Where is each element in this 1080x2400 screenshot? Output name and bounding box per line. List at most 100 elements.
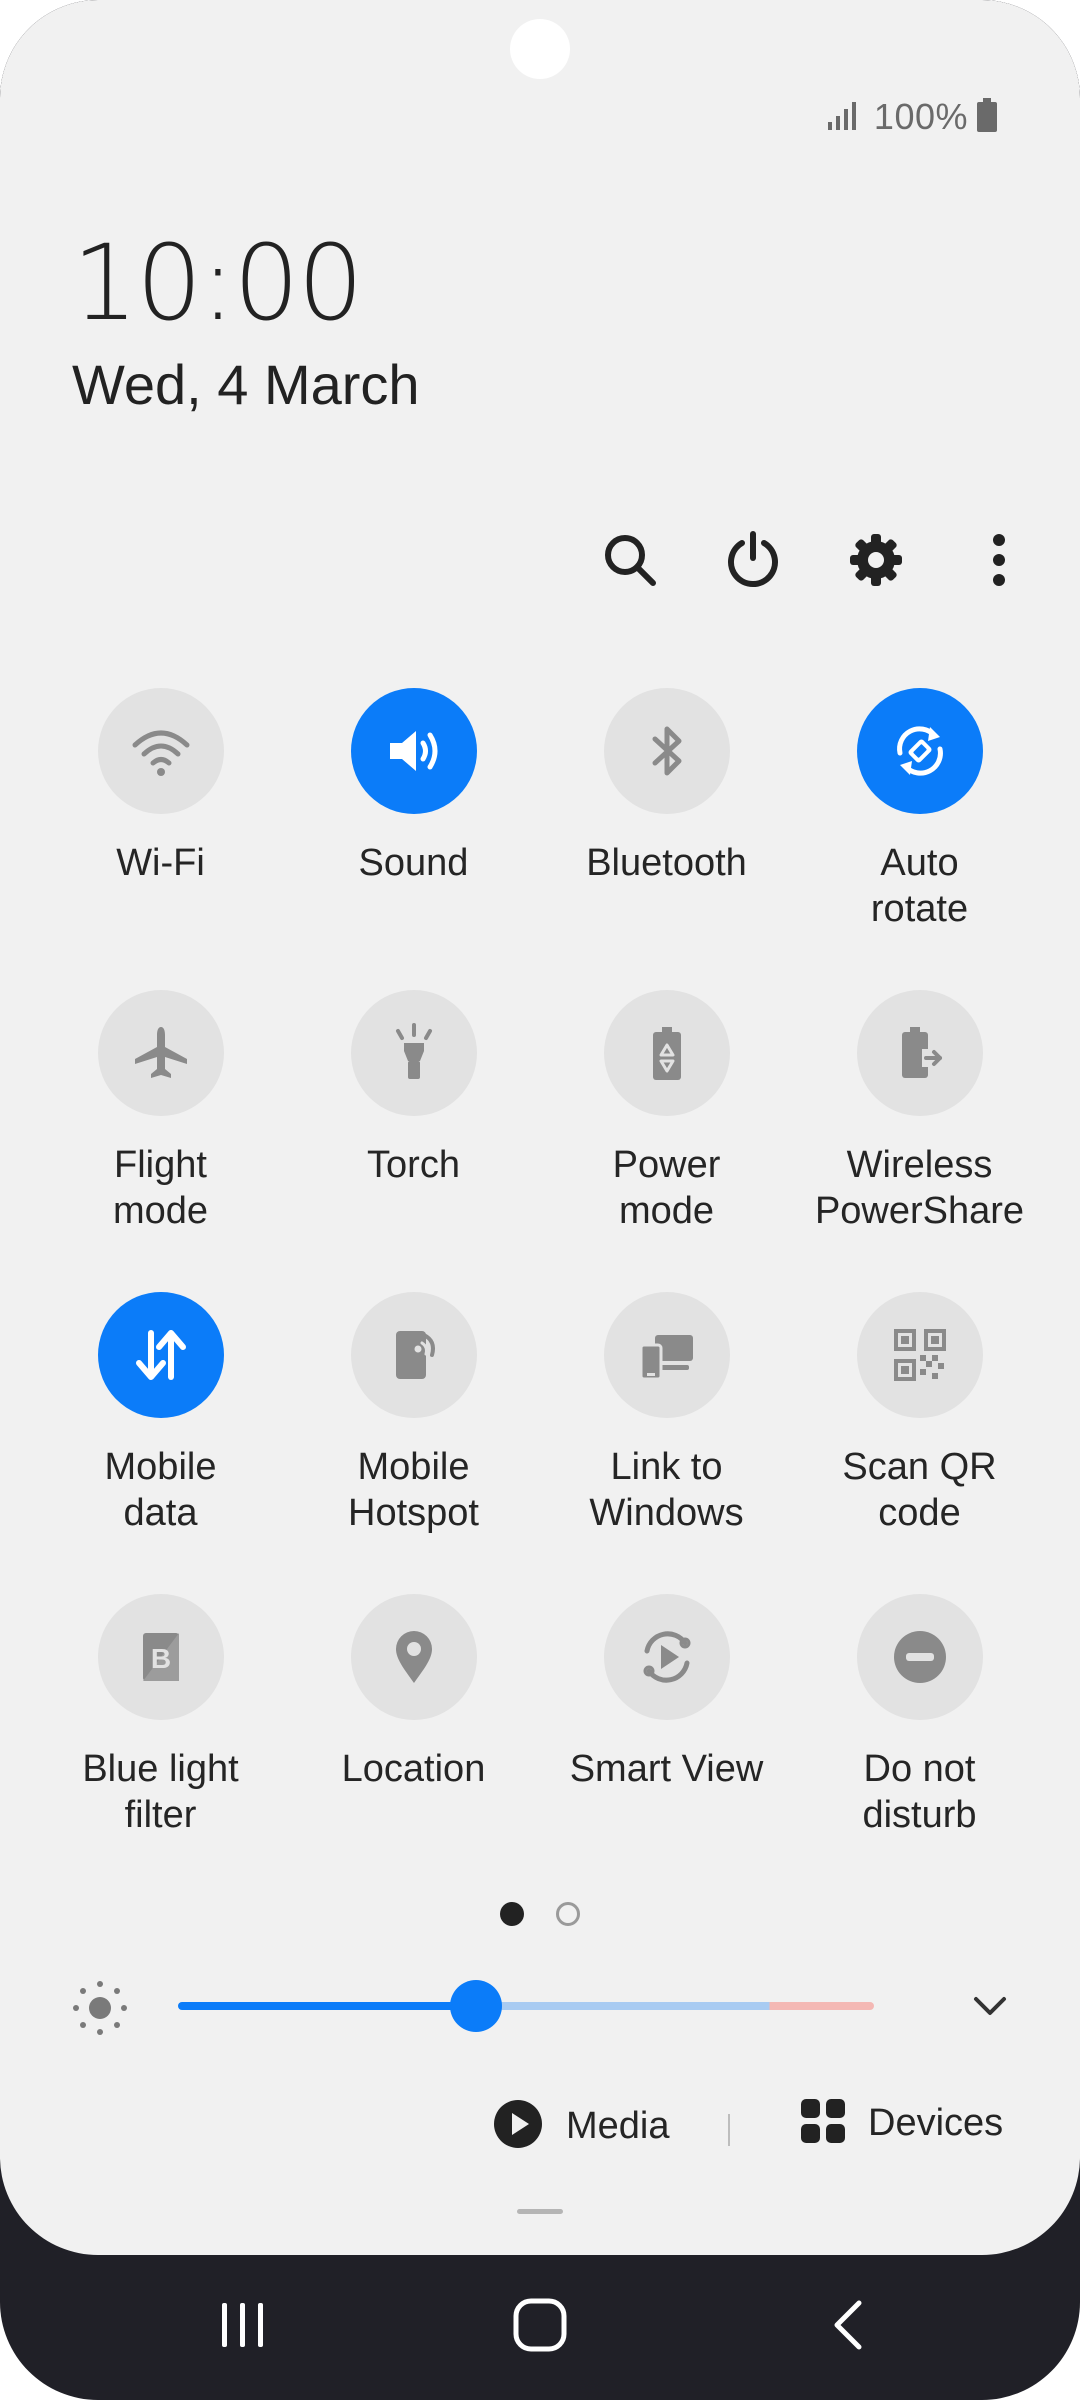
divider: [728, 2114, 730, 2146]
tile-location[interactable]: Location: [287, 1594, 540, 1896]
media-devices-row: Media Devices: [0, 2098, 1080, 2162]
clock-date[interactable]: Wed, 4 March: [72, 352, 420, 417]
wi-fi-toggle[interactable]: [97, 688, 224, 814]
devices-icon: [800, 2098, 846, 2149]
tile-auto-rotate[interactable]: Auto rotate: [793, 688, 1046, 990]
tile-label: Location: [341, 1748, 486, 1790]
torch-toggle[interactable]: [350, 990, 477, 1116]
settings-icon: [846, 530, 906, 595]
settings-button[interactable]: [814, 526, 937, 598]
tile-link-to-windows[interactable]: Link to Windows: [540, 1292, 793, 1594]
tile-bluetooth[interactable]: Bluetooth: [540, 688, 793, 990]
panel-drag-handle[interactable]: [517, 2209, 563, 2214]
mobile-hotspot-toggle[interactable]: [350, 1292, 477, 1418]
smart-view-icon: [635, 1625, 699, 1689]
location-toggle[interactable]: [350, 1594, 477, 1720]
mobile-data-icon: [129, 1323, 193, 1387]
tile-label: Scan QR code: [842, 1446, 997, 1534]
tile-label: Flight mode: [112, 1144, 209, 1232]
play-circle-icon: [492, 2098, 544, 2155]
battery-percentage: 100%: [873, 96, 968, 137]
do-not-disturb-icon: [888, 1625, 952, 1689]
qr-code-icon: [888, 1323, 952, 1387]
torch-icon: [382, 1021, 446, 1085]
signal-icon: [826, 100, 858, 135]
brightness-slider-track[interactable]: [178, 2002, 874, 2010]
mobile-data-toggle[interactable]: [97, 1292, 224, 1418]
more-icon: [989, 530, 1009, 595]
home-icon: [512, 2297, 568, 2358]
auto-rotate-toggle[interactable]: [856, 688, 983, 814]
bluetooth-toggle[interactable]: [603, 688, 730, 814]
tile-wi-fi[interactable]: Wi-Fi: [34, 688, 287, 990]
link-to-windows-toggle[interactable]: [603, 1292, 730, 1418]
smart-view-toggle[interactable]: [603, 1594, 730, 1720]
navigation-bar: [0, 2255, 1080, 2400]
do-not-disturb-toggle[interactable]: [856, 1594, 983, 1720]
tile-label: Smart View: [569, 1748, 764, 1790]
recents-button[interactable]: [153, 2255, 333, 2400]
search-button[interactable]: [568, 526, 691, 598]
flight-mode-toggle[interactable]: [97, 990, 224, 1116]
tile-label: Sound: [358, 842, 469, 884]
tile-blue-light-filter[interactable]: B Blue light filter: [34, 1594, 287, 1896]
brightness-control: [0, 1966, 1080, 2046]
tile-label: Wi-Fi: [116, 842, 205, 884]
devices-button[interactable]: Devices: [800, 2098, 1003, 2149]
tile-sound[interactable]: Sound: [287, 688, 540, 990]
tile-label: Blue light filter: [82, 1748, 239, 1836]
blue-light-filter-toggle[interactable]: B: [97, 1594, 224, 1720]
sound-toggle[interactable]: [350, 688, 477, 814]
battery-icon: [976, 97, 998, 137]
brightness-slider-thumb[interactable]: [449, 1980, 502, 2032]
tile-label: Do not disturb: [862, 1748, 977, 1836]
tile-label: Mobile Hotspot: [348, 1446, 479, 1534]
page-dot[interactable]: [500, 1902, 524, 1926]
chevron-down-icon[interactable]: [970, 1986, 1010, 2031]
media-button[interactable]: Media: [492, 2098, 670, 2155]
tile-label: Wireless PowerShare: [814, 1144, 1025, 1232]
search-icon: [600, 530, 660, 595]
clock-time[interactable]: 10:00: [72, 222, 364, 344]
tile-mobile-hotspot[interactable]: Mobile Hotspot: [287, 1292, 540, 1594]
devices-label: Devices: [868, 2102, 1004, 2144]
tile-torch[interactable]: Torch: [287, 990, 540, 1292]
home-button[interactable]: [450, 2255, 630, 2400]
tile-flight-mode[interactable]: Flight mode: [34, 990, 287, 1292]
tile-mobile-data[interactable]: Mobile data: [34, 1292, 287, 1594]
power-button[interactable]: [691, 526, 814, 598]
bluetooth-icon: [635, 719, 699, 783]
hotspot-icon: [382, 1323, 446, 1387]
wireless-powershare-toggle[interactable]: [856, 990, 983, 1116]
wireless-powershare-icon: [888, 1021, 952, 1085]
more-options-button[interactable]: [937, 526, 1060, 598]
tile-label: Power mode: [612, 1144, 721, 1232]
tile-label: Auto rotate: [870, 842, 969, 930]
brightness-icon: [70, 1978, 130, 2043]
back-button[interactable]: [757, 2255, 937, 2400]
tile-power-mode[interactable]: Power mode: [540, 990, 793, 1292]
media-label: Media: [566, 2105, 670, 2147]
tile-smart-view[interactable]: Smart View: [540, 1594, 793, 1896]
airplane-icon: [129, 1021, 193, 1085]
phone-screen: 100% 10:00 Wed, 4 March Wi-Fi Sound Blue…: [0, 0, 1080, 2400]
tile-label: Bluetooth: [586, 842, 747, 884]
back-icon: [825, 2297, 869, 2358]
quick-actions-bar: [568, 526, 1060, 598]
tile-label: Torch: [367, 1144, 460, 1186]
link-to-windows-icon: [635, 1323, 699, 1387]
tile-do-not-disturb[interactable]: Do not disturb: [793, 1594, 1046, 1896]
power-icon: [723, 530, 783, 595]
auto-rotate-icon: [888, 719, 952, 783]
camera-cutout: [510, 19, 570, 79]
power-mode-toggle[interactable]: [603, 990, 730, 1116]
page-indicator: [0, 1902, 1080, 1926]
recents-icon: [217, 2299, 269, 2356]
page-dot[interactable]: [556, 1902, 580, 1926]
wifi-icon: [129, 719, 193, 783]
scan-qr-code-toggle[interactable]: [856, 1292, 983, 1418]
sound-icon: [382, 719, 446, 783]
location-icon: [382, 1625, 446, 1689]
tile-wireless-powershare[interactable]: Wireless PowerShare: [793, 990, 1046, 1292]
tile-scan-qr-code[interactable]: Scan QR code: [793, 1292, 1046, 1594]
